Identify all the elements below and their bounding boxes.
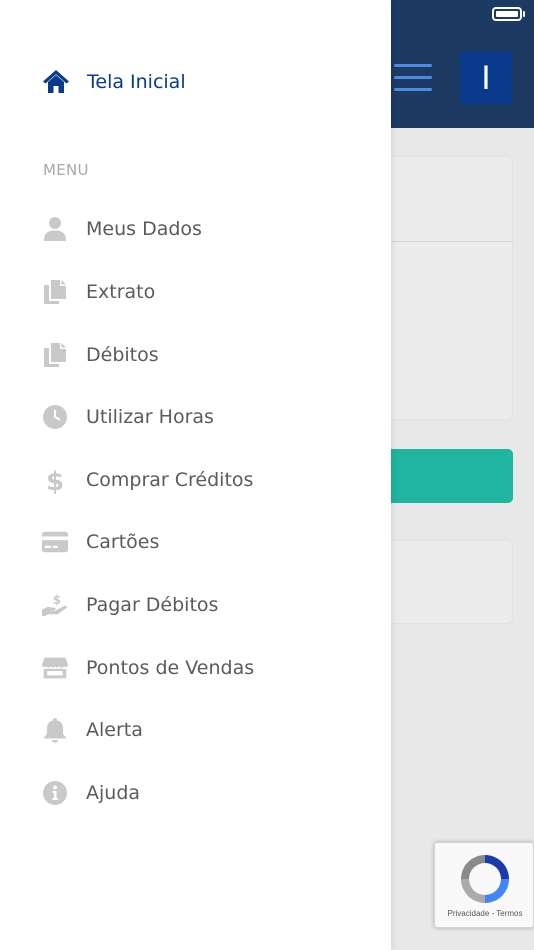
battery-full-icon [492,7,522,21]
hamburger-menu-icon[interactable] [394,64,432,92]
drawer-item-home[interactable]: Tela Inicial [42,66,186,98]
drawer-item-label: Utilizar Horas [86,406,214,428]
drawer-item-pagar-debitos[interactable]: $ Pagar Débitos [42,589,218,621]
content-card [380,156,513,420]
recaptcha-privacy-link[interactable]: Privacidade [447,909,489,918]
hand-dollar-icon: $ [42,592,68,618]
primary-action-button[interactable] [380,449,513,503]
avatar-button[interactable]: I [460,52,512,104]
drawer-item-ajuda[interactable]: Ajuda [42,777,140,809]
dollar-icon: $ [42,467,68,494]
drawer-item-debitos[interactable]: Débitos [42,339,159,371]
drawer-item-label: Cartões [86,531,160,553]
document-copy-icon [42,342,68,368]
info-icon [42,780,68,806]
drawer-item-label: Débitos [86,344,159,366]
drawer-item-pontos-de-vendas[interactable]: Pontos de Vendas [42,652,254,684]
navigation-drawer: Tela Inicial MENU Meus Dados Extrato Déb… [0,0,391,950]
drawer-item-label: Comprar Créditos [86,469,254,491]
card-divider [380,241,513,242]
recaptcha-separator: - [491,909,495,918]
drawer-item-label: Ajuda [86,782,141,804]
drawer-item-label: Pagar Débitos [86,594,219,616]
drawer-item-comprar-creditos[interactable]: $ Comprar Créditos [42,464,253,496]
recaptcha-icon [461,855,509,903]
recaptcha-terms-link[interactable]: Termos [496,909,522,918]
recaptcha-badge[interactable]: Privacidade - Termos [434,842,534,928]
credit-card-icon [42,529,68,555]
bell-icon [42,717,68,743]
drawer-item-cartoes[interactable]: Cartões [42,526,159,558]
menu-section-label: MENU [43,161,89,179]
drawer-item-utilizar-horas[interactable]: Utilizar Horas [42,401,214,433]
drawer-item-meus-dados[interactable]: Meus Dados [42,213,202,245]
document-copy-icon [42,279,68,305]
drawer-item-label: Meus Dados [86,218,202,240]
drawer-item-label: Alerta [86,719,143,741]
drawer-item-label: Extrato [86,281,156,303]
store-icon [42,655,68,681]
svg-text:$: $ [46,467,64,494]
drawer-item-home-label: Tela Inicial [87,71,186,93]
home-icon [42,69,70,95]
drawer-item-label: Pontos de Vendas [86,657,255,679]
recaptcha-links: Privacidade - Termos [435,909,534,918]
drawer-item-extrato[interactable]: Extrato [42,276,155,308]
clock-icon [42,404,68,430]
content-card-secondary [380,540,513,624]
user-icon [42,216,68,242]
drawer-item-alerta[interactable]: Alerta [42,714,143,746]
battery-tip [523,11,525,17]
svg-text:$: $ [53,593,61,607]
